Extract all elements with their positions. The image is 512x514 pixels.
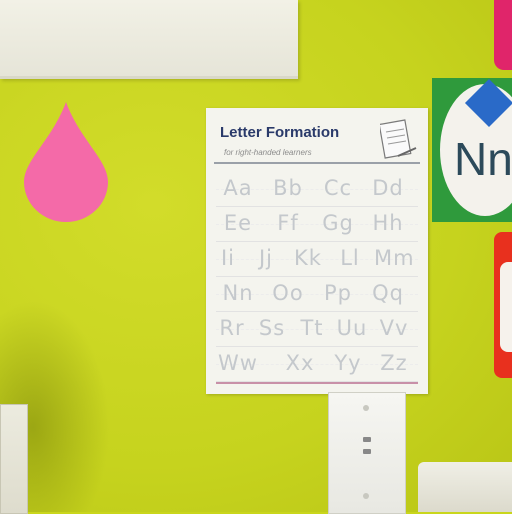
letter-pair: Cc: [323, 176, 353, 200]
letter-row: Rr Ss Tt Uu Vv: [216, 312, 418, 347]
letter-pair: Dd: [372, 176, 404, 200]
letter-pair: Qq: [372, 281, 404, 305]
outlet-screw: [363, 405, 369, 411]
letter-pair: Oo: [272, 281, 304, 305]
outlet-screw: [363, 493, 369, 499]
letter-pair: Mm: [374, 246, 415, 270]
pink-card-edge: [494, 0, 512, 70]
letter-pair: Gg: [322, 211, 354, 235]
alphabet-grid: Aa Bb Cc Dd Ee Ff Gg Hh Ii Jj Kk Ll Mm N…: [216, 172, 418, 382]
letter-pair: Zz: [380, 351, 408, 375]
letter-pair: Hh: [372, 211, 404, 235]
letter-pair: Ss: [258, 316, 286, 340]
chart-bottom-border: [216, 382, 418, 384]
poster-letters: Nn: [454, 133, 512, 185]
letter-pair: Vv: [379, 316, 409, 340]
letter-row: Ee Ff Gg Hh: [216, 207, 418, 242]
wall-outlet: [328, 392, 406, 514]
title-divider: [214, 162, 420, 164]
letter-formation-chart: Letter Formation for right-handed learne…: [206, 108, 428, 394]
letter-pair: Ee: [223, 211, 253, 235]
letter-pair: Rr: [219, 316, 245, 340]
outlet-slot: [363, 437, 371, 442]
letter-pair: Xx: [285, 351, 315, 375]
letter-pair: Pp: [324, 281, 352, 305]
letter-n-poster: Nn: [432, 78, 512, 222]
letter-pair: Ll: [340, 246, 360, 270]
letter-pair: Bb: [273, 176, 303, 200]
letter-pair: Jj: [258, 246, 274, 270]
letter-pair: Tt: [300, 316, 324, 340]
letter-pair: Kk: [294, 246, 322, 270]
right-box-edge: [418, 462, 512, 512]
letter-row: Aa Bb Cc Dd: [216, 172, 418, 207]
outlet-slot: [363, 449, 371, 454]
chart-subtitle: for right-handed learners: [224, 148, 312, 157]
paper-pencil-icon: [380, 119, 417, 159]
letter-row: Ww Xx Yy Zz: [216, 347, 418, 382]
red-card-edge: [494, 232, 512, 378]
letter-pair: Ww: [218, 351, 258, 375]
letter-pair: Ii: [220, 246, 236, 270]
left-box-edge: [0, 404, 28, 514]
pink-raindrop-cutout: [24, 102, 108, 222]
letter-pair: Nn: [222, 281, 254, 305]
letter-pair: Yy: [334, 351, 362, 375]
letter-pair: Uu: [336, 316, 368, 340]
chart-title: Letter Formation: [220, 124, 340, 141]
letter-pair: Aa: [223, 176, 253, 200]
letter-row: Nn Oo Pp Qq: [216, 277, 418, 312]
letter-pair: Ff: [277, 211, 299, 235]
white-shelf: [0, 0, 298, 79]
letter-row: Ii Jj Kk Ll Mm: [216, 242, 418, 277]
